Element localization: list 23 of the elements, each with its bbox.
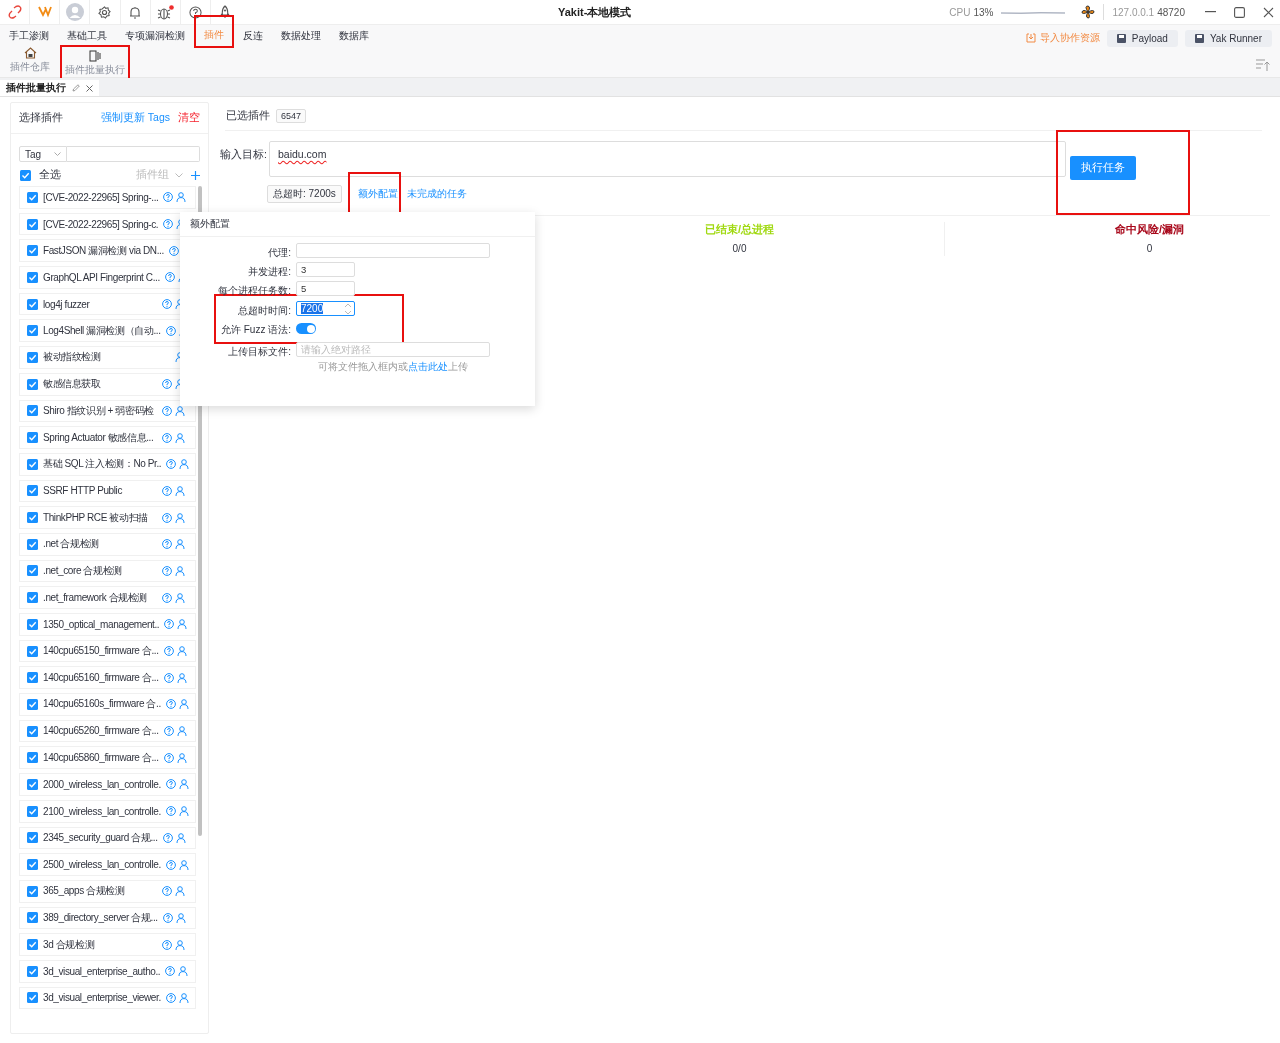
stat-label: 已结束/总进程 [704, 222, 775, 237]
field-label: 并发进程: [248, 265, 292, 279]
target-label: 输入目标: [219, 147, 267, 162]
cpu-label: CPU [949, 6, 971, 18]
field-label: 代理: [268, 246, 292, 260]
field-label: 允许 Fuzz 语法: [221, 323, 292, 337]
dialog-title: 额外配置 [180, 212, 535, 237]
field-label: 总超时时间: [238, 304, 292, 318]
cpu-value: 13% [973, 6, 994, 18]
stat-value: 0 [1146, 243, 1153, 254]
field-label: 上传目标文件: [228, 345, 292, 359]
field-label: 每个进程任务数: [218, 284, 292, 298]
stat-value: 0/0 [732, 243, 747, 254]
window-title: Yakit-本地模式 [557, 4, 633, 20]
selected-plugins-label: 已选插件 [226, 109, 270, 123]
upload-hint: 可将文件拖入框内或点击此处上传 [318, 360, 468, 374]
stat-label: 命中风险/漏洞 [1114, 222, 1185, 237]
port-number: 48720 [1157, 6, 1185, 18]
select-all-label: 全选 [39, 168, 61, 182]
selected-count: 6547 [276, 109, 307, 123]
host-address: 127.0.0.1 [1112, 6, 1155, 18]
panel-title: 选择插件 [19, 111, 63, 125]
timeout-tag: 总超时: 7200s [267, 185, 342, 203]
